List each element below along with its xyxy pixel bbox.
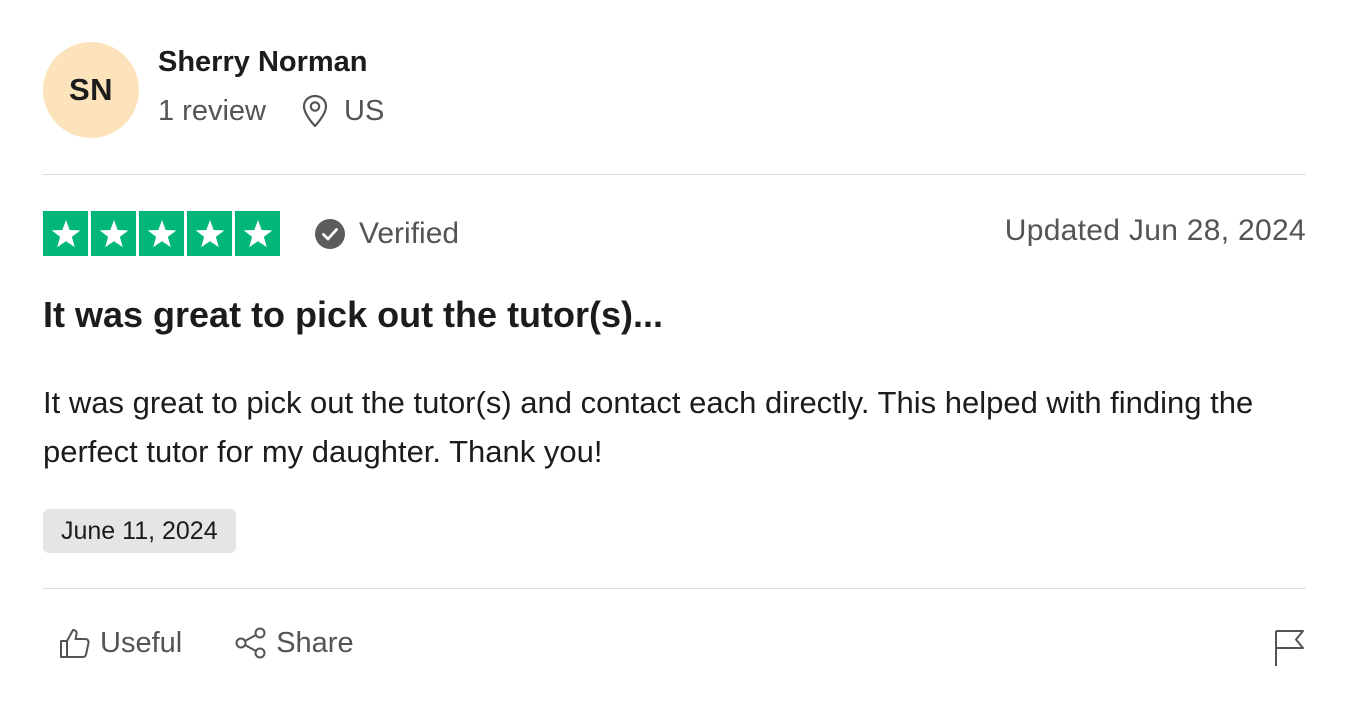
useful-button[interactable]: Useful [58, 626, 182, 660]
star-icon [43, 211, 88, 256]
share-label: Share [276, 626, 354, 659]
star-icon [187, 211, 232, 256]
verified-label: Verified [359, 216, 460, 250]
updated-date: Updated Jun 28, 2024 [1004, 214, 1306, 247]
avatar[interactable]: SN [43, 42, 139, 138]
check-circle-icon [314, 218, 346, 250]
reviewer-name[interactable]: Sherry Norman [158, 46, 368, 79]
review-actions: Useful Share [58, 626, 354, 660]
star-rating [43, 211, 280, 256]
footer-divider [43, 588, 1306, 589]
thumbs-up-icon [58, 626, 92, 660]
review-title[interactable]: It was great to pick out the tutor(s)... [43, 294, 663, 336]
useful-label: Useful [100, 626, 183, 659]
review-card: SN Sherry Norman 1 review US Verified Up… [0, 0, 1350, 704]
star-icon [235, 211, 280, 256]
review-body: It was great to pick out the tutor(s) an… [43, 385, 1254, 469]
experience-date: June 11, 2024 [61, 516, 218, 545]
report-button[interactable] [1272, 628, 1308, 668]
reviewer-country: US [344, 94, 385, 127]
star-icon [91, 211, 136, 256]
flag-icon [1272, 628, 1308, 668]
verified-badge[interactable]: Verified [314, 217, 459, 251]
avatar-initials: SN [68, 72, 114, 107]
reviewer-meta: 1 review US [158, 94, 384, 128]
review-count: 1 review [158, 94, 266, 127]
experience-date-badge: June 11, 2024 [43, 509, 236, 553]
share-button[interactable]: Share [234, 626, 354, 660]
rating-row: Verified [43, 211, 459, 256]
location-pin-icon [300, 94, 330, 128]
share-icon [234, 626, 268, 660]
header-divider [43, 174, 1306, 175]
star-icon [139, 211, 184, 256]
